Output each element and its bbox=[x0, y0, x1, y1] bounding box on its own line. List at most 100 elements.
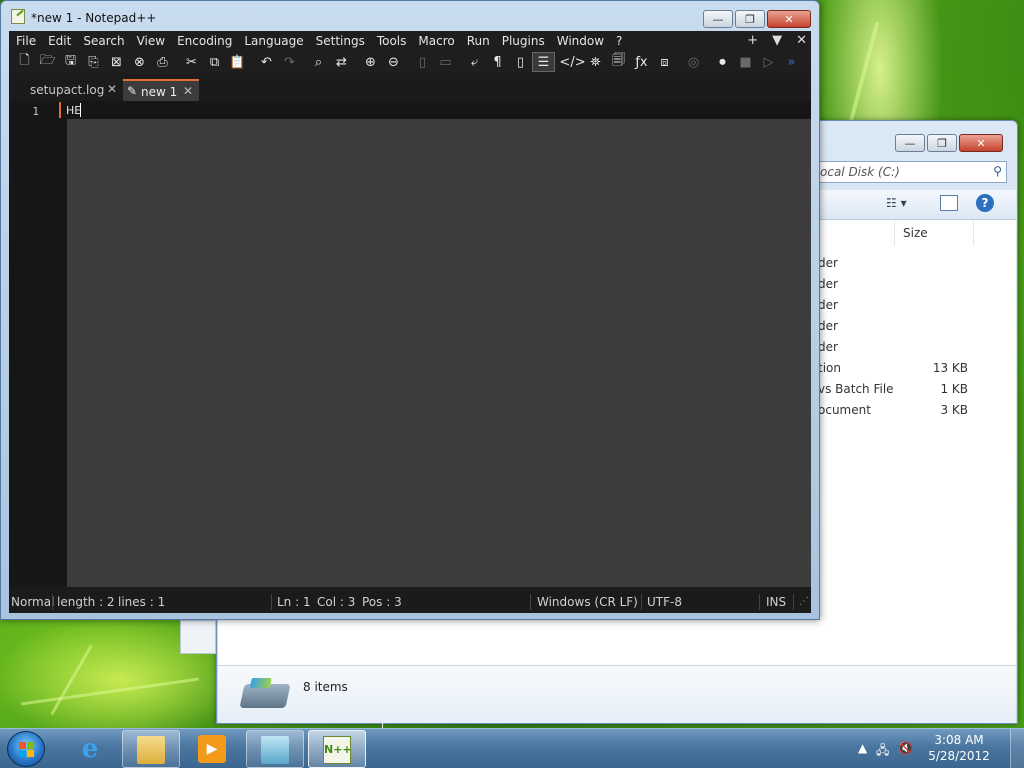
zoom-in-icon[interactable]: ⊕ bbox=[359, 52, 382, 72]
new-tab-icon[interactable]: + bbox=[747, 33, 758, 48]
tab-list-icon[interactable]: ▼ bbox=[772, 33, 782, 48]
record-macro-icon[interactable]: ⏺ bbox=[711, 52, 734, 72]
copy-icon[interactable]: ⧉ bbox=[203, 52, 226, 72]
close-button[interactable]: ✕ bbox=[767, 10, 811, 28]
explorer-address-bar[interactable]: ocal Disk (C:) ⚲ bbox=[817, 161, 1007, 183]
menu-help[interactable]: ? bbox=[610, 34, 628, 48]
menu-plugins[interactable]: Plugins bbox=[496, 34, 551, 48]
tab-close-icon[interactable]: ✕ bbox=[107, 82, 117, 96]
notepad-taskbar-button[interactable]: N++ bbox=[308, 730, 366, 768]
minimize-button[interactable]: — bbox=[703, 10, 733, 28]
play-macro-icon[interactable]: ▷ bbox=[757, 52, 780, 72]
status-mode: Normal bbox=[11, 595, 55, 609]
view-options-icon[interactable]: ☷ ▾ bbox=[886, 196, 907, 210]
tab-new-1[interactable]: ✎ new 1 ✕ bbox=[123, 79, 199, 101]
menu-tools[interactable]: Tools bbox=[371, 34, 413, 48]
menu-window[interactable]: Window bbox=[551, 34, 610, 48]
explorer-details-pane: 8 items bbox=[218, 665, 1016, 723]
maximize-button[interactable]: ❐ bbox=[735, 10, 765, 28]
zoom-out-icon[interactable]: ⊖ bbox=[382, 52, 405, 72]
status-insert-mode[interactable]: INS bbox=[766, 595, 786, 609]
window-title: *new 1 - Notepad++ bbox=[31, 11, 157, 25]
indent-guide-icon[interactable]: ▯ bbox=[509, 52, 532, 72]
open-file-icon[interactable]: 🗁 bbox=[36, 52, 59, 72]
system-tray: ▲ 🖧 🔇 3:08 AM 5/28/2012 bbox=[854, 729, 1024, 768]
list-item[interactable]: ocument 3 KB bbox=[818, 403, 978, 424]
find-icon[interactable]: ⌕ bbox=[307, 52, 330, 72]
sync-vertical-icon[interactable]: ▯ bbox=[411, 52, 434, 72]
help-icon[interactable]: ? bbox=[976, 194, 994, 212]
search-icon[interactable]: ⚲ bbox=[993, 164, 1002, 178]
resize-grip-icon[interactable]: ⋰ bbox=[799, 596, 809, 607]
undo-icon[interactable]: ↶ bbox=[255, 52, 278, 72]
tab-close-icon[interactable]: ✕ bbox=[183, 84, 193, 98]
save-icon[interactable]: 🖫 bbox=[59, 52, 82, 72]
stop-macro-icon[interactable]: ■ bbox=[734, 52, 757, 72]
xml-icon[interactable]: </> bbox=[559, 52, 585, 72]
menu-file[interactable]: File bbox=[9, 34, 42, 48]
size-column-header[interactable]: Size bbox=[894, 220, 974, 246]
save-all-icon[interactable]: ⎘ bbox=[82, 52, 105, 72]
explorer-minimize-button[interactable]: — bbox=[895, 134, 925, 152]
document-list-icon[interactable]: 🗐 bbox=[607, 52, 630, 72]
cut-icon[interactable]: ✂ bbox=[180, 52, 203, 72]
clock-time[interactable]: 3:08 AM bbox=[924, 733, 994, 747]
list-item[interactable]: vs Batch File 1 KB bbox=[818, 382, 978, 403]
list-item[interactable]: der bbox=[818, 277, 978, 298]
menu-view[interactable]: View bbox=[131, 34, 171, 48]
list-item[interactable]: der bbox=[818, 340, 978, 361]
close-document-icon[interactable]: ✕ bbox=[796, 33, 807, 48]
notepad-window[interactable]: *new 1 - Notepad++ — ❐ ✕ File Edit Searc… bbox=[0, 0, 820, 620]
preview-pane-icon[interactable] bbox=[940, 195, 958, 211]
menu-settings[interactable]: Settings bbox=[310, 34, 371, 48]
list-item[interactable]: der bbox=[818, 256, 978, 277]
monitoring-icon[interactable]: ◎ bbox=[682, 52, 705, 72]
explorer-maximize-button[interactable]: ❐ bbox=[927, 134, 957, 152]
editor-area[interactable]: 1 HE bbox=[9, 101, 811, 587]
explorer-close-button[interactable]: ✕ bbox=[959, 134, 1003, 152]
menu-search[interactable]: Search bbox=[77, 34, 130, 48]
app-taskbar-button[interactable] bbox=[246, 730, 304, 768]
notepad-titlebar[interactable]: *new 1 - Notepad++ — ❐ ✕ bbox=[1, 1, 819, 31]
editor-text[interactable]: HE bbox=[66, 104, 81, 117]
tab-setupact-log[interactable]: setupact.log ✕ bbox=[9, 79, 123, 101]
start-button[interactable] bbox=[7, 731, 45, 767]
replace-icon[interactable]: ⇄ bbox=[330, 52, 353, 72]
status-encoding[interactable]: UTF-8 bbox=[647, 595, 682, 609]
menu-macro[interactable]: Macro bbox=[412, 34, 460, 48]
more-tools-icon[interactable]: » bbox=[780, 52, 803, 72]
document-map-icon[interactable]: ☰ bbox=[532, 52, 555, 72]
media-player-taskbar-button[interactable]: ▶ bbox=[184, 730, 242, 768]
menu-encoding[interactable]: Encoding bbox=[171, 34, 238, 48]
new-file-icon[interactable]: 🗋 bbox=[13, 52, 36, 72]
print-icon[interactable]: ⎙ bbox=[151, 52, 174, 72]
status-bar: Normal length : 2 lines : 1 Ln : 1 Col :… bbox=[9, 591, 811, 613]
notepad-app-icon[interactable] bbox=[11, 9, 25, 24]
paste-icon[interactable]: 📋 bbox=[226, 52, 249, 72]
show-desktop-button[interactable] bbox=[1010, 729, 1024, 768]
network-icon[interactable]: 🖧 bbox=[876, 741, 889, 762]
list-item[interactable]: tion 13 KB bbox=[818, 361, 978, 382]
show-hidden-icons-icon[interactable]: ▲ bbox=[858, 741, 867, 755]
volume-muted-icon[interactable]: 🔇 bbox=[898, 741, 913, 755]
menu-language[interactable]: Language bbox=[238, 34, 309, 48]
file-explorer-taskbar-button[interactable] bbox=[122, 730, 180, 768]
menu-run[interactable]: Run bbox=[461, 34, 496, 48]
show-all-characters-icon[interactable]: ¶ bbox=[486, 52, 509, 72]
list-item[interactable]: der bbox=[818, 319, 978, 340]
close-file-icon[interactable]: ⊠ bbox=[105, 52, 128, 72]
menu-edit[interactable]: Edit bbox=[42, 34, 77, 48]
sync-horizontal-icon[interactable]: ▭ bbox=[434, 52, 457, 72]
word-wrap-icon[interactable]: ⤶ bbox=[463, 52, 486, 72]
status-eol[interactable]: Windows (CR LF) bbox=[537, 595, 638, 609]
map-icon[interactable]: ⛯ bbox=[584, 52, 607, 72]
function-list-icon[interactable]: ƒx bbox=[630, 52, 653, 72]
close-all-icon[interactable]: ⊗ bbox=[128, 52, 151, 72]
current-line-highlight bbox=[59, 101, 811, 119]
redo-icon[interactable]: ↷ bbox=[278, 52, 301, 72]
clock-date[interactable]: 5/28/2012 bbox=[924, 749, 994, 763]
folder-workspace-icon[interactable]: ⧈ bbox=[653, 52, 676, 72]
list-item[interactable]: der bbox=[818, 298, 978, 319]
internet-explorer-taskbar-button[interactable]: e bbox=[62, 730, 120, 768]
status-lines: lines : 1 bbox=[118, 595, 166, 609]
